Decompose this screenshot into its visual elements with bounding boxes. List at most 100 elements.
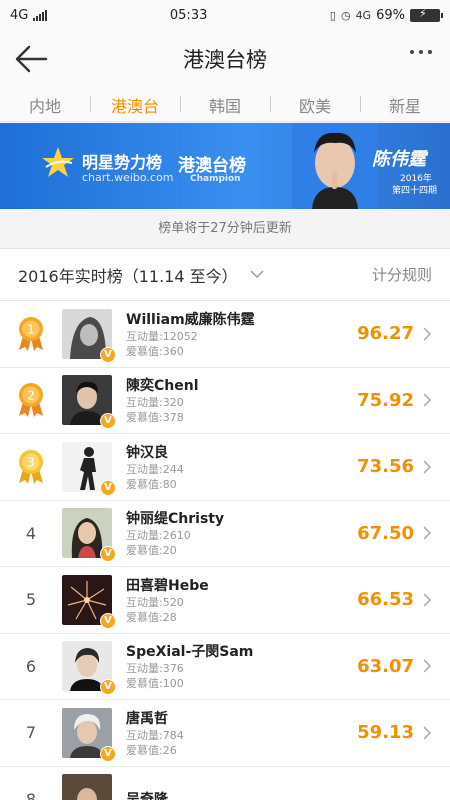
chevron-right-icon[interactable] — [422, 659, 432, 673]
avatar[interactable]: V — [62, 574, 116, 629]
avatar-image — [62, 774, 112, 800]
star-info: 田喜碧Hebe 互动量:520 爱慕值:28 — [126, 575, 357, 625]
star-info: 吴奇隆 — [126, 789, 450, 800]
star-name: 钟丽缇Christy — [126, 511, 225, 528]
score: 96.27 — [357, 323, 414, 345]
avatar[interactable]: V — [62, 641, 116, 696]
score-rules-link[interactable]: 计分规则 — [372, 264, 432, 285]
star-info: SpeXial-子閔Sam 互动量:376 爱慕值:100 — [126, 641, 357, 691]
chevron-right-icon[interactable] — [422, 526, 432, 540]
gold-medal-icon: 2 — [19, 383, 43, 418]
avatar[interactable]: V — [62, 707, 116, 762]
filter-bar: 2016年实时榜（11.14 至今） 计分规则 — [0, 249, 450, 301]
title-bar: 港澳台榜 — [0, 30, 450, 88]
rank-cell: 3 — [0, 449, 62, 485]
rank-cell: 4 — [0, 524, 62, 543]
interaction-stat: 互动量:320 — [126, 395, 357, 410]
interaction-label: 互动量: — [126, 529, 163, 543]
fan-value-label: 爱慕值: — [126, 544, 163, 558]
verified-icon: V — [100, 346, 116, 363]
interaction-value: 376 — [162, 662, 184, 676]
ranking-row[interactable]: 8 吴奇隆 — [0, 767, 450, 800]
tab-mainland[interactable]: 内地 — [0, 93, 90, 117]
champion-banner[interactable]: 明星势力榜 chart.weibo.com 港澳台榜 Champion 陈伟霆 … — [0, 123, 450, 209]
score: 75.92 — [357, 389, 414, 411]
ranking-period-select[interactable]: 2016年实时榜（11.14 至今） — [18, 263, 238, 287]
rank-cell: 7 — [0, 723, 62, 742]
verified-icon: V — [100, 745, 116, 762]
avatar[interactable]: V — [62, 508, 116, 563]
battery-percent: 69% — [376, 7, 405, 23]
rank-number: 6 — [25, 656, 37, 676]
ranking-row[interactable]: 5 V 田喜碧Hebe 互动量:520 爱慕值:28 66.53 — [0, 567, 450, 634]
verified-icon: V — [100, 679, 116, 696]
fan-value-stat: 爱慕值:100 — [126, 676, 357, 691]
fan-value: 80 — [162, 477, 177, 491]
more-options-icon[interactable] — [410, 50, 432, 54]
banner-url: chart.weibo.com — [82, 171, 174, 184]
verified-icon: V — [100, 479, 116, 496]
avatar[interactable]: V — [62, 375, 116, 430]
chevron-right-icon[interactable] — [422, 327, 432, 341]
rank-number: 7 — [25, 723, 37, 743]
tab-hk-macau-taiwan[interactable]: 港澳台 — [90, 93, 180, 117]
fan-value-label: 爱慕值: — [126, 344, 163, 358]
champion-portrait — [292, 123, 378, 209]
rank-number: 5 — [25, 590, 37, 610]
fan-value-label: 爱慕值: — [126, 477, 163, 491]
back-arrow-icon[interactable] — [14, 43, 48, 75]
interaction-label: 互动量: — [126, 329, 163, 343]
interaction-value: 320 — [162, 396, 184, 410]
interaction-stat: 互动量:2610 — [126, 528, 357, 543]
fan-value: 100 — [162, 677, 184, 691]
network-right-label: 4G — [355, 8, 372, 22]
fan-value: 378 — [162, 411, 184, 425]
status-left: 4G — [10, 8, 48, 23]
fan-value-stat: 爱慕值:80 — [126, 477, 357, 492]
interaction-value: 784 — [162, 728, 184, 742]
tab-korea[interactable]: 韩国 — [180, 93, 270, 117]
banner-period: 第四十四期 — [392, 186, 438, 196]
chevron-right-icon[interactable] — [422, 393, 432, 407]
chevron-right-icon[interactable] — [422, 726, 432, 740]
chevron-down-icon[interactable] — [250, 270, 264, 279]
medal-rank: 2 — [27, 389, 35, 403]
gold-medal-icon: 3 — [19, 449, 43, 484]
avatar[interactable]: V — [62, 308, 116, 363]
banner-star-name: 陈伟霆 — [372, 149, 426, 170]
interaction-label: 互动量: — [126, 462, 163, 476]
interaction-label: 互动量: — [126, 728, 163, 742]
update-note: 榜单将于27分钟后更新 — [0, 209, 450, 249]
ranking-row[interactable]: 1 V William威廉陈伟霆 互动量:12052 爱慕值:360 96.27 — [0, 301, 450, 368]
star-name: 钟汉良 — [126, 444, 168, 461]
score: 67.50 — [357, 522, 414, 544]
rank-cell: 6 — [0, 657, 62, 676]
ranking-list: 1 V William威廉陈伟霆 互动量:12052 爱慕值:360 96.27 — [0, 301, 450, 800]
interaction-stat: 互动量:784 — [126, 728, 357, 743]
chevron-right-icon[interactable] — [422, 593, 432, 607]
status-time: 05:33 — [169, 7, 208, 23]
chevron-right-icon[interactable] — [422, 460, 432, 474]
signal-icon — [33, 9, 48, 21]
verified-icon: V — [100, 413, 116, 430]
avatar[interactable]: V — [62, 441, 116, 496]
fan-value: 360 — [162, 344, 184, 358]
status-right: ▯ ◷ 4G 69% — [330, 7, 443, 23]
star-name: 陳奕Chenl — [126, 378, 199, 395]
ranking-row[interactable]: 2 V 陳奕Chenl 互动量:320 爱慕值:378 75.92 — [0, 368, 450, 434]
star-info: 钟汉良 互动量:244 爱慕值:80 — [126, 442, 357, 492]
ranking-row[interactable]: 4 V 钟丽缇Christy 互动量:2610 爱慕值:20 67.50 — [0, 501, 450, 567]
star-info: 陳奕Chenl 互动量:320 爱慕值:378 — [126, 375, 357, 425]
interaction-label: 互动量: — [126, 662, 163, 676]
ranking-row[interactable]: 3 V 钟汉良 互动量:244 爱慕值:80 73.56 — [0, 434, 450, 501]
ranking-row[interactable]: 6 V SpeXial-子閔Sam 互动量:376 爱慕值:100 63.07 — [0, 634, 450, 700]
avatar[interactable] — [62, 774, 112, 800]
fan-value: 28 — [162, 610, 177, 624]
battery-icon — [410, 7, 443, 22]
tab-new-star[interactable]: 新星 — [360, 93, 450, 117]
rank-number: 4 — [25, 523, 37, 543]
ranking-row[interactable]: 7 V 唐禹哲 互动量:784 爱慕值:26 59.13 — [0, 700, 450, 767]
tab-western[interactable]: 欧美 — [270, 93, 360, 117]
star-name: 唐禹哲 — [126, 710, 168, 727]
interaction-value: 12052 — [162, 329, 198, 343]
